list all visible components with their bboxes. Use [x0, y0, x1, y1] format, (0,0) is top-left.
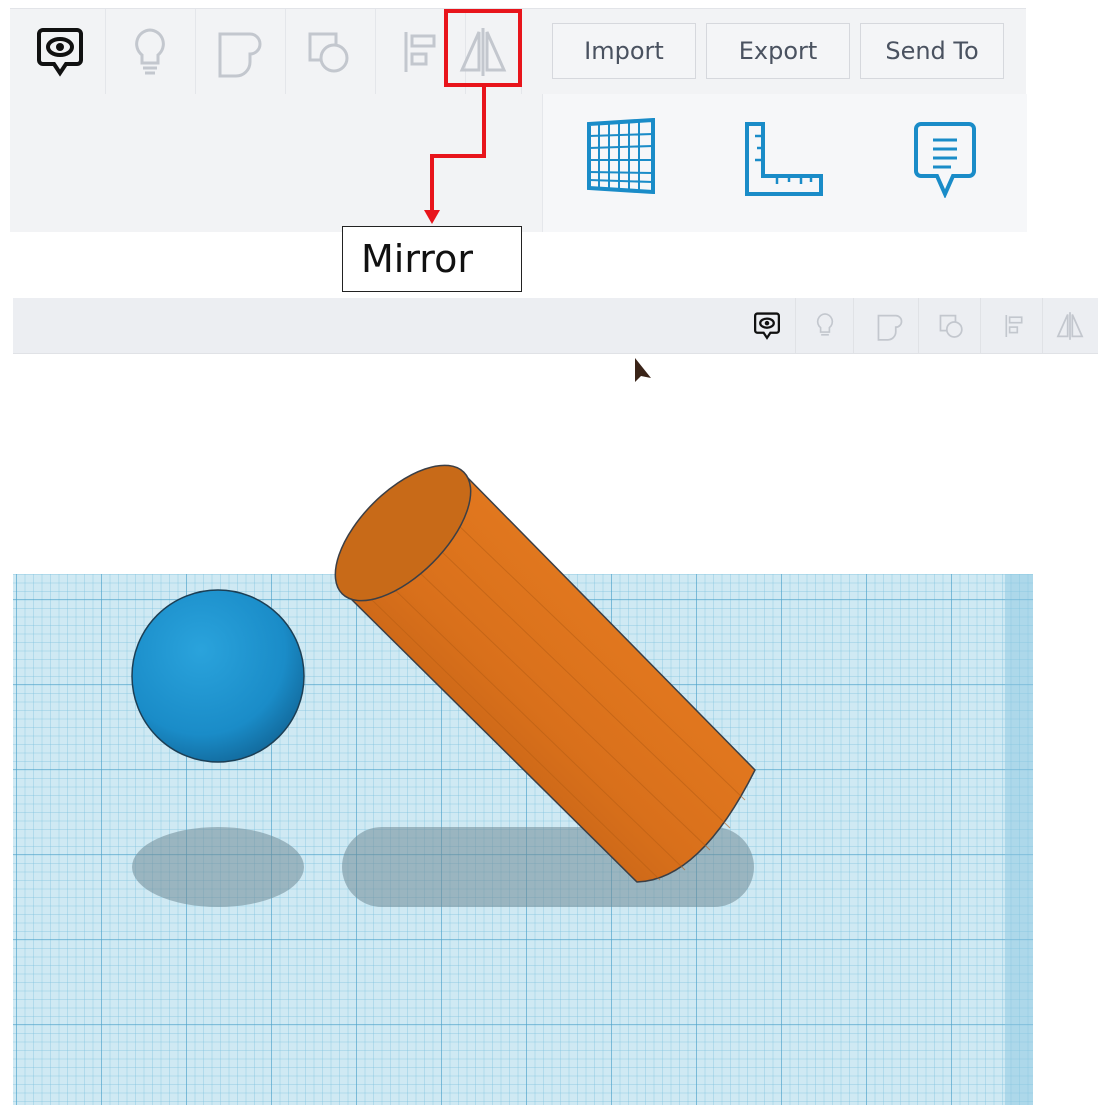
sphere-object[interactable] — [131, 589, 305, 763]
scene-objects — [131, 358, 756, 907]
mouse-cursor-icon — [635, 358, 651, 382]
cylinder-object[interactable] — [312, 442, 756, 883]
sphere-shadow — [132, 827, 304, 907]
